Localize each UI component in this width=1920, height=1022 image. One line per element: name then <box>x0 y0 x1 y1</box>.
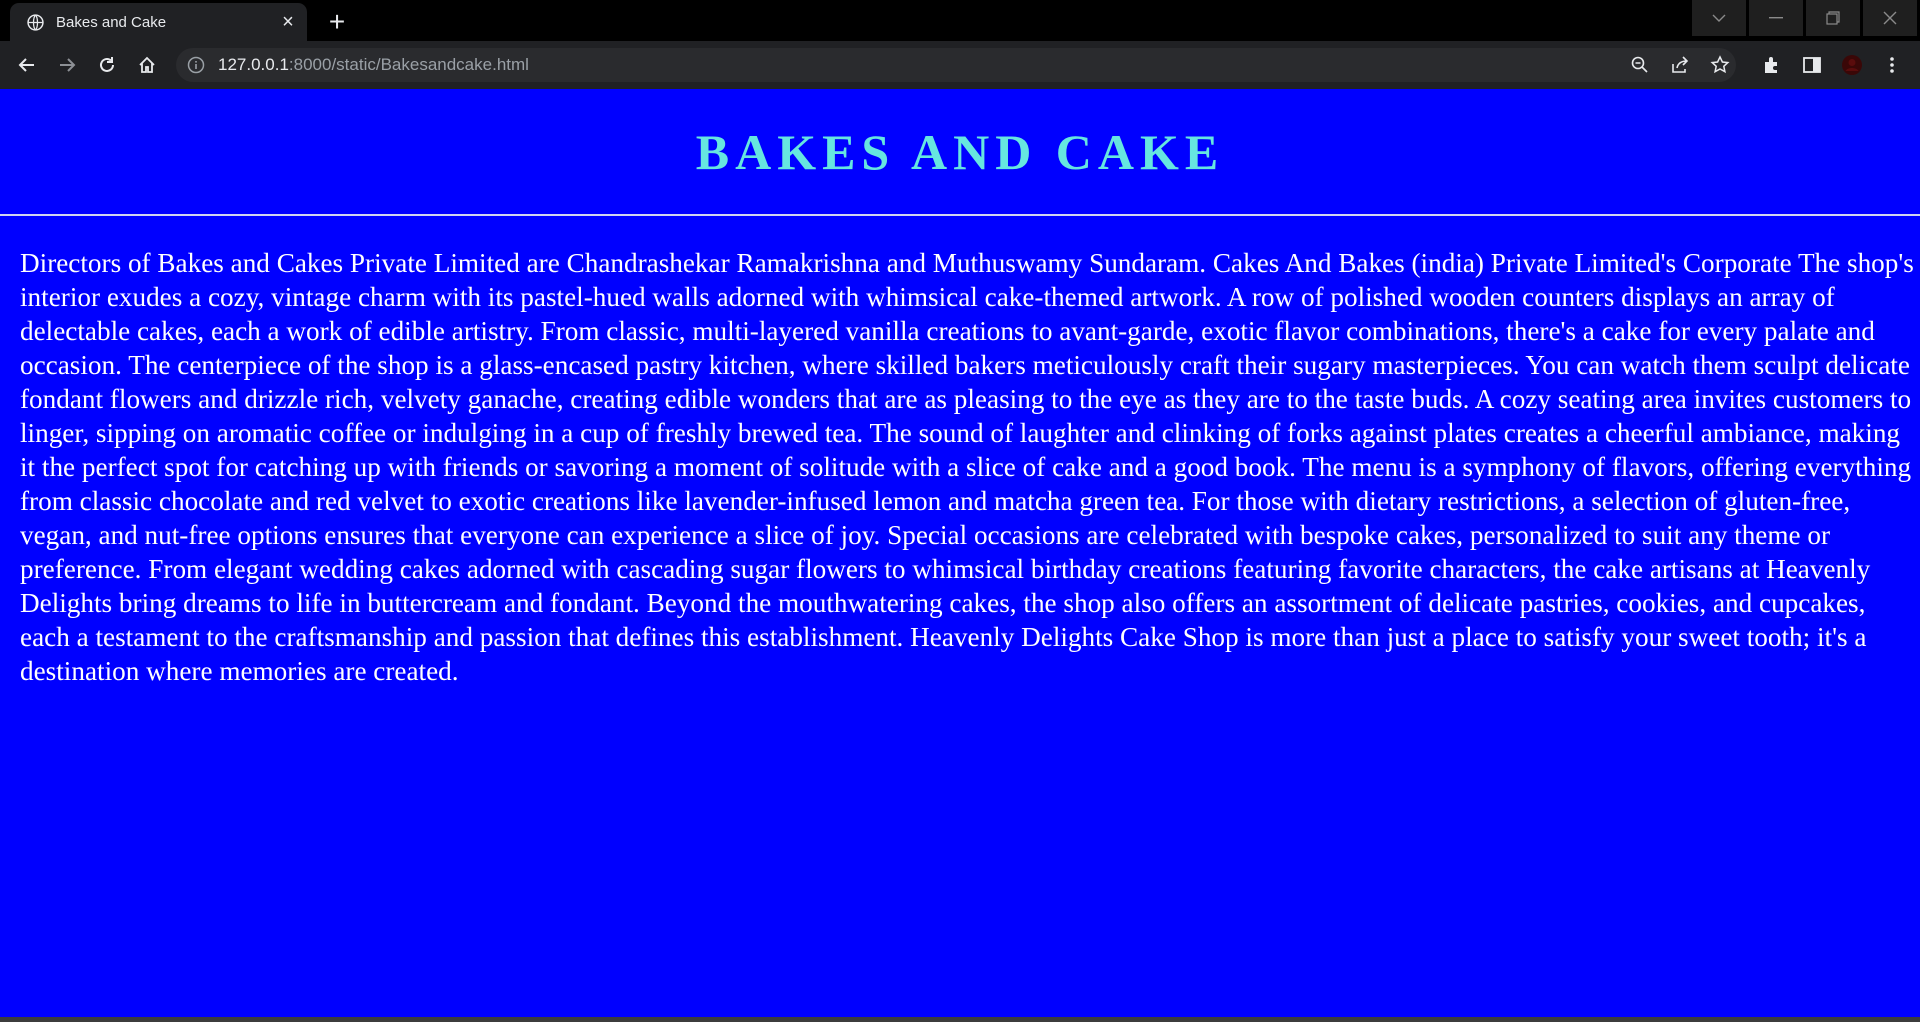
browser-toolbar: 127.0.0.1:8000/static/Bakesandcake.html <box>0 41 1920 89</box>
tab-title: Bakes and Cake <box>56 13 167 31</box>
restore-icon[interactable] <box>1806 0 1860 36</box>
star-icon[interactable] <box>1710 55 1730 75</box>
url-path: :8000/static/Bakesandcake.html <box>288 55 529 74</box>
close-icon[interactable]: × <box>275 9 301 35</box>
globe-icon <box>26 13 44 31</box>
side-panel-icon[interactable] <box>1797 50 1827 80</box>
minimize-icon[interactable] <box>1749 0 1803 36</box>
zoom-icon[interactable] <box>1630 55 1650 75</box>
forward-icon[interactable] <box>52 50 82 80</box>
window-bottom-border <box>0 1017 1920 1022</box>
profile-icon[interactable] <box>1837 50 1867 80</box>
page-title: BAKES AND CAKE <box>695 124 1225 180</box>
home-icon[interactable] <box>132 50 162 80</box>
url-host: 127.0.0.1 <box>218 55 289 74</box>
chevron-down-icon[interactable] <box>1692 0 1746 36</box>
reload-icon[interactable] <box>92 50 122 80</box>
extensions-icon[interactable] <box>1757 50 1787 80</box>
address-bar[interactable]: 127.0.0.1:8000/static/Bakesandcake.html <box>176 48 1736 82</box>
tab-strip: Bakes and Cake × + <box>0 0 1920 41</box>
horizontal-rule <box>0 214 1920 216</box>
share-icon[interactable] <box>1670 55 1690 75</box>
body-paragraph: Directors of Bakes and Cakes Private Lim… <box>20 248 1914 686</box>
menu-icon[interactable] <box>1877 50 1907 80</box>
plus-icon[interactable]: + <box>322 6 352 37</box>
browser-tab[interactable]: Bakes and Cake × <box>10 3 307 41</box>
window-close-icon[interactable] <box>1863 0 1917 36</box>
info-icon[interactable] <box>186 55 206 75</box>
back-icon[interactable] <box>12 50 42 80</box>
page-content: BAKES AND CAKE Directors of Bakes and Ca… <box>0 89 1920 1017</box>
url-text: 127.0.0.1:8000/static/Bakesandcake.html <box>218 55 529 75</box>
